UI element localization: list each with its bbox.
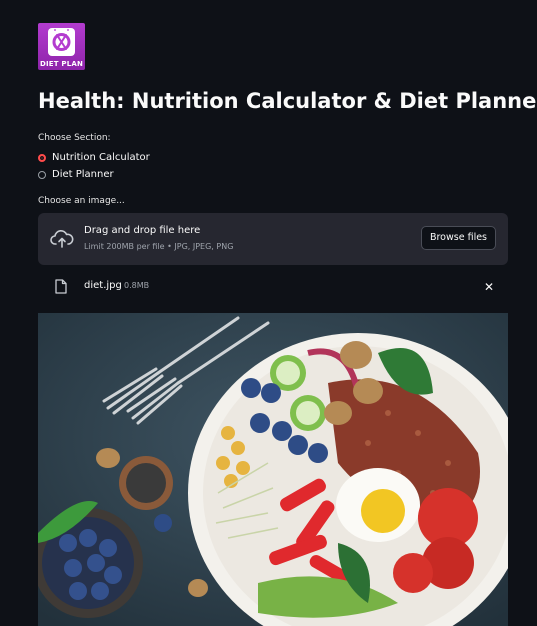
file-size: 0.8MB [124,281,150,290]
uploaded-file-row: diet.jpg 0.8MB ✕ [38,275,508,299]
radio-diet-planner[interactable]: Diet Planner [38,169,114,180]
radio-selected-indicator[interactable] [38,153,46,162]
file-name: diet.jpg [84,280,122,291]
food-photo-illustration [38,313,508,626]
page-title: Health: Nutrition Calculator & Diet Plan… [38,89,537,113]
logo-text: DIET PLAN [39,60,84,68]
uploaded-food-image [38,313,508,626]
radio-label: Nutrition Calculator [52,152,150,163]
file-dropzone[interactable]: Drag and drop file here Limit 200MB per … [38,213,508,265]
diet-plan-logo: DIET PLAN [38,23,85,70]
dropzone-limit-text: Limit 200MB per file • JPG, JPEG, PNG [84,242,234,251]
browse-files-button[interactable]: Browse files [420,226,496,250]
plate-cutlery-icon [48,28,75,56]
radio-nutrition-calculator[interactable]: Nutrition Calculator [38,152,150,163]
file-icon [55,279,67,294]
radio-unselected-indicator[interactable] [38,170,46,179]
section-label: Choose Section: [38,133,111,143]
app-root: DIET PLAN Health: Nutrition Calculator &… [0,0,537,626]
radio-label: Diet Planner [52,169,114,180]
uploader-label: Choose an image... [38,196,125,206]
cloud-upload-icon [50,230,74,248]
dropzone-title: Drag and drop file here [84,225,201,236]
close-icon[interactable]: ✕ [484,281,494,293]
